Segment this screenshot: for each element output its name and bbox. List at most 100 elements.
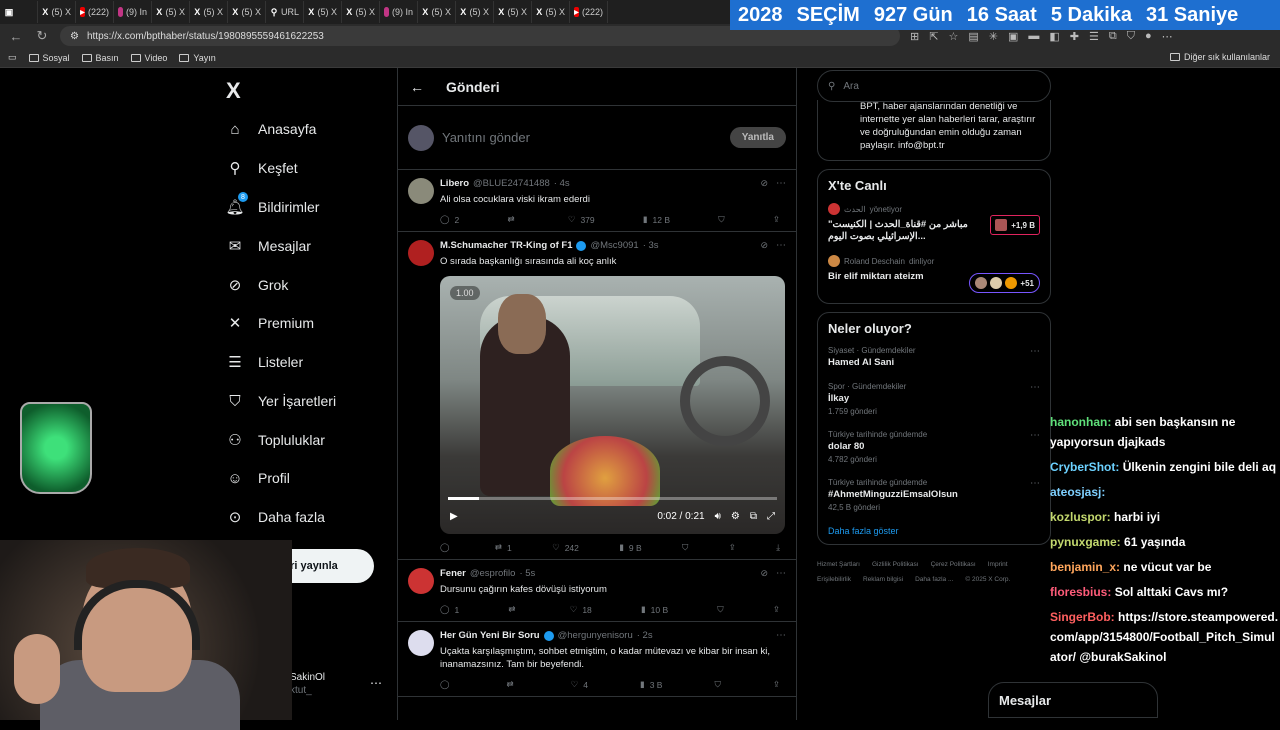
- repost-action[interactable]: ⇄: [508, 604, 520, 615]
- star-icon[interactable]: ☆: [948, 30, 958, 43]
- bookmark-folder[interactable]: Sosyal: [28, 53, 70, 63]
- account-more-icon[interactable]: ⋯: [370, 676, 382, 690]
- reload-icon[interactable]: ↻: [34, 28, 50, 44]
- back-icon[interactable]: ←: [8, 29, 24, 44]
- tweet-author-name[interactable]: M.Schumacher TR-King of F1: [440, 240, 572, 251]
- tab-7[interactable]: X (5) X: [304, 1, 342, 23]
- tweet-author-name[interactable]: Her Gün Yeni Bir Soru: [440, 630, 540, 641]
- tab-10[interactable]: X (5) X: [418, 1, 456, 23]
- reply-button[interactable]: Yanıtla: [729, 127, 786, 148]
- avatar[interactable]: [408, 568, 434, 594]
- grok-icon[interactable]: ⊘: [760, 178, 768, 189]
- more-icon[interactable]: ⋯: [776, 240, 786, 251]
- tab-9[interactable]: (9) In: [380, 1, 418, 23]
- extension-icon[interactable]: ▤: [968, 30, 978, 43]
- repost-action[interactable]: ⇄ 1: [495, 542, 512, 553]
- share-icon[interactable]: ⇪: [773, 214, 780, 225]
- like-action[interactable]: ♡ 379: [568, 214, 595, 225]
- tweet-author-name[interactable]: Fener: [440, 568, 466, 579]
- collections-icon[interactable]: ⧉: [1109, 30, 1117, 43]
- bookmark-icon[interactable]: ⛉: [714, 679, 720, 690]
- reply-action[interactable]: ◯: [440, 679, 455, 690]
- bookmark-icon[interactable]: ⛉: [682, 542, 688, 553]
- sidebar-toggle-icon[interactable]: ▭: [8, 52, 17, 63]
- repost-action[interactable]: ⇄: [507, 214, 519, 225]
- tweet[interactable]: Libero @BLUE24741488 · 4s ⊘ ⋯ Ali olsa c…: [398, 170, 796, 232]
- tweet[interactable]: M.Schumacher TR-King of F1 @Msc9091 · 3s…: [398, 232, 796, 560]
- reply-action[interactable]: ◯ 2: [440, 214, 459, 225]
- tab-5[interactable]: X (5) X: [228, 1, 266, 23]
- avatar[interactable]: [408, 630, 434, 656]
- nav-bookmarks[interactable]: ⛉ Yer İşaretleri: [226, 392, 336, 410]
- more-icon[interactable]: ⋯: [1030, 346, 1040, 357]
- like-action[interactable]: ♡ 242: [552, 542, 579, 553]
- bookmark-icon[interactable]: ⛉: [718, 214, 724, 225]
- reply-action[interactable]: ◯: [440, 542, 455, 553]
- play-icon[interactable]: ▶: [450, 511, 458, 522]
- tab-8[interactable]: X (5) X: [342, 1, 380, 23]
- nav-profile[interactable]: ☺ Profil: [226, 469, 290, 487]
- profile-icon[interactable]: ●: [1145, 30, 1152, 43]
- tab-0[interactable]: X (5) X: [38, 1, 76, 23]
- tab-12[interactable]: X (5) X: [494, 1, 532, 23]
- pip-icon[interactable]: ⧉: [750, 511, 757, 522]
- bookmark-folder[interactable]: Yayın: [179, 53, 216, 63]
- tab-11[interactable]: X (5) X: [456, 1, 494, 23]
- views-action[interactable]: ▮ 9 B: [619, 542, 641, 553]
- tweet-author-handle[interactable]: @Msc9091: [590, 240, 638, 251]
- views-action[interactable]: ▮ 3 B: [640, 679, 662, 690]
- share-icon[interactable]: ⇱: [929, 30, 938, 43]
- views-action[interactable]: ▮ 10 B: [641, 604, 668, 615]
- tab-2[interactable]: (9) In: [114, 1, 152, 23]
- tweet-author-name[interactable]: Libero: [440, 178, 469, 189]
- footer-link[interactable]: Daha fazla ...: [915, 572, 953, 587]
- nav-grok[interactable]: ⊘ Grok: [226, 276, 289, 294]
- extension-icon[interactable]: ▣: [1008, 30, 1018, 43]
- tweet-author-handle[interactable]: @hergunyenisoru: [558, 630, 633, 641]
- trend-item[interactable]: Spor · Gündemdekiler İlkay 1.759 gönderi…: [828, 382, 1040, 416]
- reply-action[interactable]: ◯ 1: [440, 604, 459, 615]
- avatar[interactable]: [408, 178, 434, 204]
- more-icon[interactable]: ⋯: [1030, 430, 1040, 441]
- footer-link[interactable]: Hizmet Şartları: [817, 557, 860, 572]
- bookmark-icon[interactable]: ⛉: [717, 604, 723, 615]
- tab-3[interactable]: X (5) X: [152, 1, 190, 23]
- extension-icon[interactable]: ▬: [1028, 30, 1039, 43]
- nav-explore[interactable]: ⚲ Keşfet: [226, 159, 298, 177]
- footer-link[interactable]: Imprint: [988, 557, 1008, 572]
- live-space[interactable]: الحدث yönetiyor مباشر من #قناة_الحدث | ال…: [828, 203, 1040, 243]
- nav-lists[interactable]: ☰ Listeler: [226, 353, 303, 371]
- nav-premium[interactable]: ✕ Premium: [226, 314, 314, 332]
- more-icon[interactable]: ⋯: [1162, 30, 1173, 43]
- more-icon[interactable]: ⋯: [776, 178, 786, 189]
- back-arrow-icon[interactable]: ←: [410, 79, 424, 95]
- footer-link[interactable]: Reklam bilgisi: [863, 572, 903, 587]
- x-logo-icon[interactable]: X: [226, 78, 241, 104]
- fullscreen-icon[interactable]: ⤢: [767, 511, 775, 522]
- search-input[interactable]: ⚲ Ara: [817, 70, 1051, 102]
- more-icon[interactable]: ⋯: [776, 630, 786, 641]
- views-action[interactable]: ▮ 12 B: [643, 214, 670, 225]
- live-space[interactable]: Roland Deschain dinliyor Bir elif miktarı…: [828, 255, 1040, 293]
- share-icon[interactable]: ⇪: [773, 604, 780, 615]
- tab-14[interactable]: ▶ (222): [570, 1, 608, 23]
- grok-icon[interactable]: ⊘: [760, 568, 768, 579]
- account-switcher[interactable]: SakinOl ktut_: [290, 672, 325, 696]
- playback-speed[interactable]: 1.00: [450, 286, 480, 300]
- avatar[interactable]: [408, 240, 434, 266]
- tweet-author-handle[interactable]: @esprofilo: [470, 568, 516, 579]
- repost-action[interactable]: ⇄: [507, 679, 519, 690]
- like-action[interactable]: ♡ 18: [570, 604, 592, 615]
- show-more-link[interactable]: Daha fazla göster: [828, 526, 1040, 536]
- nav-more[interactable]: ⊙ Daha fazla: [226, 508, 325, 526]
- favorites-icon[interactable]: ☰: [1089, 30, 1099, 43]
- reply-input[interactable]: Yanıtını gönder: [442, 130, 722, 145]
- nav-notifications[interactable]: 🔔︎ 8 Bildirimler: [225, 192, 319, 216]
- extension-icon[interactable]: ◧: [1049, 30, 1059, 43]
- tab-4[interactable]: X (5) X: [190, 1, 228, 23]
- tab-1[interactable]: ▶ (222): [76, 1, 114, 23]
- footer-link[interactable]: Çerez Politikası: [931, 557, 976, 572]
- footer-link[interactable]: Gizlilik Politikası: [872, 557, 919, 572]
- tweet[interactable]: Fener @esprofilo · 5s ⊘ ⋯ Dursunu çağırı…: [398, 560, 796, 622]
- tweet-author-handle[interactable]: @BLUE24741488: [473, 178, 550, 189]
